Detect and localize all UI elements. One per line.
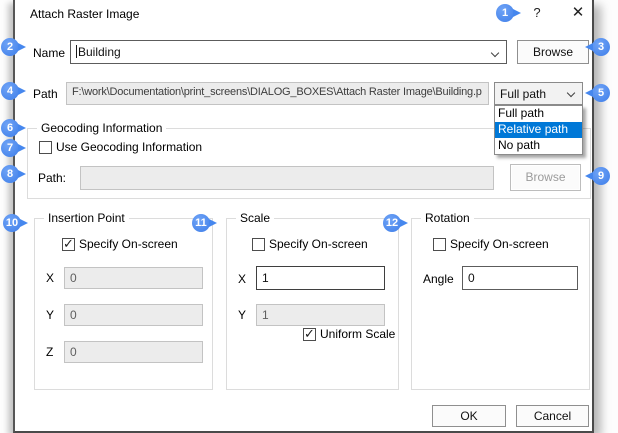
close-icon[interactable]: ✕: [567, 3, 589, 23]
angle-field[interactable]: 0: [462, 266, 578, 290]
dropdown-item-no-path[interactable]: No path: [495, 138, 582, 154]
name-combobox[interactable]: Building: [70, 40, 507, 64]
scale-x-label: X: [238, 272, 246, 286]
callout-badge-12: 12: [383, 214, 401, 232]
callout-badge-3: 3: [592, 38, 610, 56]
name-value: Building: [78, 45, 121, 59]
attach-raster-image-dialog: Attach Raster Image ? ✕ Name Building Br…: [13, 0, 594, 433]
screenshot-canvas: Attach Raster Image ? ✕ Name Building Br…: [0, 0, 618, 433]
rotation-title: Rotation: [421, 211, 474, 225]
path-type-value: Full path: [500, 87, 546, 101]
callout-badge-8: 8: [1, 165, 19, 183]
checkbox-box[interactable]: [39, 141, 52, 154]
insertion-point-group: Insertion Point Specify On-screen X 0 Y …: [34, 218, 213, 390]
scale-specify-label: Specify On-screen: [269, 237, 368, 251]
dropdown-item-full-path[interactable]: Full path: [495, 106, 582, 122]
ok-button[interactable]: OK: [432, 405, 506, 427]
callout-badge-2: 2: [1, 38, 19, 56]
scale-specify-checkbox[interactable]: Specify On-screen: [252, 237, 368, 251]
callout-badge-7: 7: [1, 139, 19, 157]
checkbox-box[interactable]: [433, 238, 446, 251]
scale-group: Scale Specify On-screen X 1 Y 1 Uniform …: [226, 218, 399, 390]
text-caret: [76, 45, 77, 58]
path-label: Path: [33, 87, 58, 101]
insertion-x-field: 0: [64, 267, 203, 289]
checkbox-box[interactable]: [252, 238, 265, 251]
callout-badge-9: 9: [592, 167, 610, 185]
rotation-specify-checkbox[interactable]: Specify On-screen: [433, 237, 549, 251]
insertion-y-field: 0: [64, 304, 203, 326]
scale-y-field: 1: [256, 304, 385, 326]
insertion-point-title: Insertion Point: [44, 211, 129, 225]
callout-badge-5: 5: [592, 84, 610, 102]
callout-badge-10: 10: [3, 214, 21, 232]
dropdown-item-relative-path[interactable]: Relative path: [495, 122, 582, 138]
insertion-z-label: Z: [46, 345, 53, 359]
use-geocoding-label: Use Geocoding Information: [56, 140, 202, 154]
insertion-z-field: 0: [64, 341, 203, 363]
help-icon[interactable]: ?: [529, 5, 545, 23]
chevron-down-icon: [491, 49, 499, 57]
scale-title: Scale: [236, 211, 274, 225]
name-label: Name: [33, 46, 65, 60]
scale-y-label: Y: [238, 308, 246, 322]
callout-badge-6: 6: [1, 119, 19, 137]
checkbox-box[interactable]: [303, 328, 316, 341]
scale-x-field[interactable]: 1: [256, 266, 385, 290]
path-type-dropdown-list: Full path Relative path No path: [494, 105, 583, 155]
geocoding-path-field: [80, 166, 494, 190]
use-geocoding-checkbox[interactable]: Use Geocoding Information: [39, 140, 202, 154]
uniform-scale-checkbox[interactable]: Uniform Scale: [303, 327, 395, 341]
uniform-scale-label: Uniform Scale: [320, 327, 395, 341]
geocoding-group-title: Geocoding Information: [37, 121, 166, 135]
rotation-specify-label: Specify On-screen: [450, 237, 549, 251]
checkbox-box[interactable]: [62, 238, 75, 251]
insertion-specify-checkbox[interactable]: Specify On-screen: [62, 237, 178, 251]
path-type-combobox[interactable]: Full path: [494, 82, 583, 105]
callout-badge-4: 4: [1, 82, 19, 100]
insertion-specify-label: Specify On-screen: [79, 237, 178, 251]
callout-badge-11: 11: [192, 214, 210, 232]
cancel-button[interactable]: Cancel: [516, 405, 589, 427]
geocoding-browse-button: Browse: [510, 164, 581, 191]
insertion-y-label: Y: [46, 308, 54, 322]
path-field: F:\work\Documentation\print_screens\DIAL…: [66, 82, 489, 105]
chevron-down-icon: [567, 89, 575, 97]
dialog-title: Attach Raster Image: [30, 7, 139, 21]
angle-label: Angle: [423, 272, 454, 286]
insertion-x-label: X: [46, 271, 54, 285]
geocoding-path-label: Path:: [38, 171, 66, 185]
callout-badge-1: 1: [496, 4, 514, 22]
name-browse-button[interactable]: Browse: [517, 40, 589, 64]
rotation-group: Rotation Specify On-screen Angle 0: [411, 218, 590, 390]
